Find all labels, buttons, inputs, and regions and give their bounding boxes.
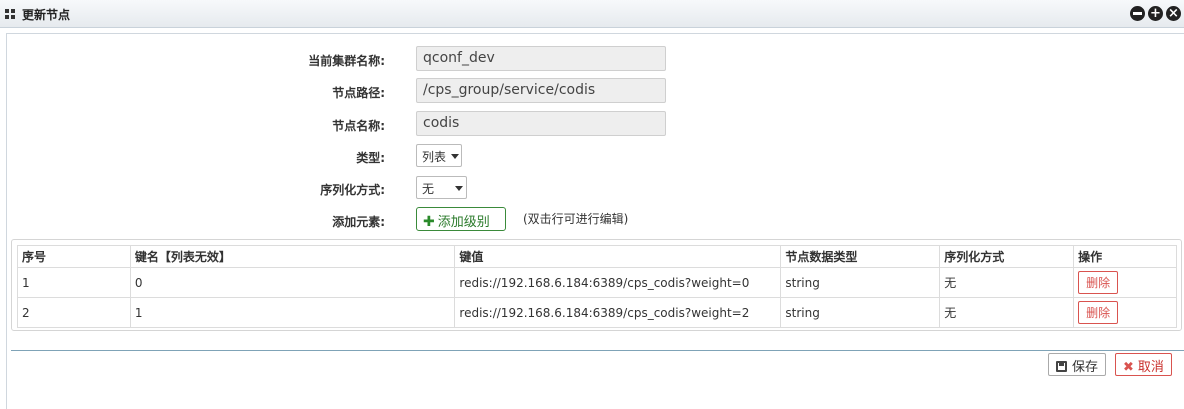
cell-value: redis://192.168.6.184:6389/cps_codis?wei… [454, 267, 782, 298]
footer-divider [11, 350, 1184, 351]
table-header-row: 序号 键名【列表无效】 键值 节点数据类型 序列化方式 操作 [17, 245, 1177, 268]
cell-action: 删除 [1073, 297, 1177, 328]
type-label: 类型: [356, 151, 385, 165]
add-level-button[interactable]: ✚ 添加级别 [416, 207, 506, 231]
edit-hint: (双击行可进行编辑) [523, 212, 629, 226]
type-select[interactable]: 列表 [416, 144, 462, 167]
serialization-select-value: 无 [422, 182, 435, 196]
add-element-label: 添加元素: [332, 215, 385, 229]
save-icon [1056, 361, 1067, 372]
node-path-field: /cps_group/service/codis [416, 78, 666, 103]
delete-button[interactable]: 删除 [1078, 271, 1119, 294]
column-header: 键值 [454, 245, 782, 268]
cell-key: 1 [129, 297, 456, 328]
grid-icon [5, 9, 16, 20]
save-label: 保存 [1072, 360, 1099, 375]
chevron-down-icon [455, 186, 463, 191]
cell-data-type: string [780, 267, 941, 298]
cell-key: 0 [129, 267, 456, 298]
column-header: 序号 [17, 245, 131, 268]
close-icon[interactable]: × [1166, 6, 1181, 21]
path-label: 节点路径: [332, 86, 385, 100]
cell-serialization: 无 [939, 297, 1075, 328]
column-header: 操作 [1073, 245, 1177, 268]
cell-index: 2 [17, 297, 131, 328]
cell-index: 1 [17, 267, 131, 298]
cell-action: 删除 [1073, 267, 1177, 298]
elements-table: 序号 键名【列表无效】 键值 节点数据类型 序列化方式 操作 1 0 redis… [17, 245, 1177, 328]
elements-table-container: 序号 键名【列表无效】 键值 节点数据类型 序列化方式 操作 1 0 redis… [11, 239, 1182, 331]
maximize-icon[interactable]: + [1148, 6, 1163, 21]
save-button[interactable]: 保存 [1048, 353, 1107, 376]
cancel-button[interactable]: ✖ 取消 [1115, 353, 1172, 376]
column-header: 序列化方式 [939, 245, 1075, 268]
cell-value: redis://192.168.6.184:6389/cps_codis?wei… [454, 297, 782, 328]
cell-serialization: 无 [939, 267, 1075, 298]
table-row[interactable]: 1 0 redis://192.168.6.184:6389/cps_codis… [17, 267, 1177, 298]
serialization-select[interactable]: 无 [416, 176, 467, 199]
close-icon: ✖ [1123, 360, 1134, 375]
column-header: 节点数据类型 [780, 245, 941, 268]
plus-icon: ✚ [423, 214, 435, 230]
window-title: 更新节点 [22, 8, 71, 22]
window-titlebar: 更新节点 + × [0, 0, 1184, 28]
cancel-label: 取消 [1137, 360, 1164, 375]
add-level-label: 添加级别 [437, 215, 490, 230]
chevron-down-icon [451, 154, 459, 159]
table-row[interactable]: 2 1 redis://192.168.6.184:6389/cps_codis… [17, 297, 1177, 328]
node-name-field: codis [416, 111, 666, 136]
cluster-name-field: qconf_dev [416, 46, 666, 71]
type-select-value: 列表 [422, 150, 447, 164]
serialization-label: 序列化方式: [320, 183, 385, 197]
delete-button[interactable]: 删除 [1078, 301, 1119, 324]
node-name-label: 节点名称: [332, 119, 385, 133]
minimize-icon[interactable] [1130, 6, 1145, 21]
column-header: 键名【列表无效】 [129, 245, 456, 268]
cell-data-type: string [780, 297, 941, 328]
cluster-label: 当前集群名称: [308, 54, 385, 68]
